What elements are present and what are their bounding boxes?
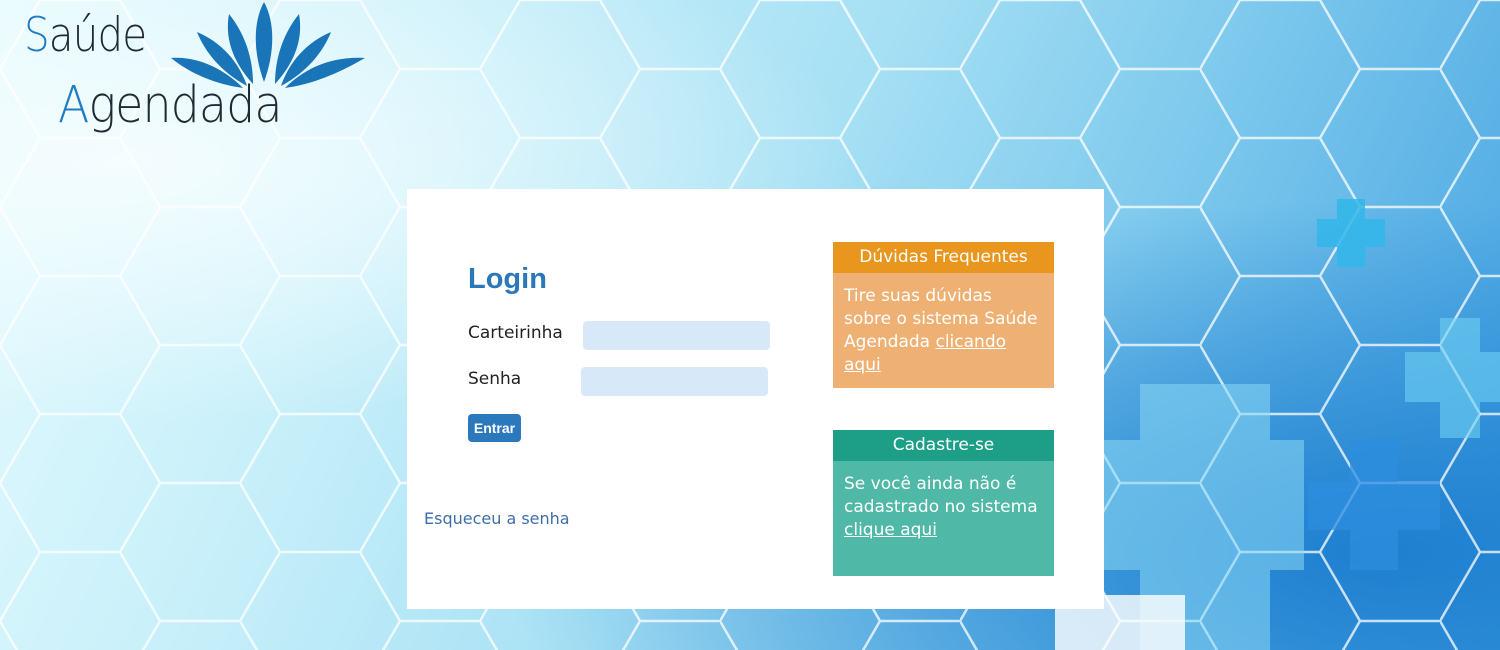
card-number-label: Carteirinha (468, 323, 563, 343)
faq-box-title: Dúvidas Frequentes (833, 242, 1054, 273)
password-input[interactable] (581, 367, 768, 396)
password-label: Senha (468, 369, 522, 389)
register-box: Cadastre-se Se você ainda não é cadastra… (833, 430, 1054, 576)
login-title: Login (468, 263, 547, 295)
register-box-body: Se você ainda não é cadastrado no sistem… (833, 461, 1054, 576)
brand-logo[interactable]: Saúde Agendada (22, 0, 382, 150)
register-link[interactable]: clique aqui (844, 520, 937, 540)
faq-box: Dúvidas Frequentes Tire suas dúvidas sob… (833, 242, 1054, 388)
login-button[interactable]: Entrar (468, 414, 521, 442)
card-number-input[interactable] (583, 321, 770, 350)
register-box-title: Cadastre-se (833, 430, 1054, 461)
register-box-text: Se você ainda não é cadastrado no sistem… (844, 474, 1038, 517)
faq-box-body: Tire suas dúvidas sobre o sistema Saúde … (833, 273, 1054, 388)
logo-text-saude: Saúde (24, 8, 147, 63)
forgot-password-link[interactable]: Esqueceu a senha (424, 509, 570, 528)
lotus-icon (171, 2, 365, 88)
login-card: Login Carteirinha Senha Entrar Esqueceu … (407, 189, 1104, 609)
